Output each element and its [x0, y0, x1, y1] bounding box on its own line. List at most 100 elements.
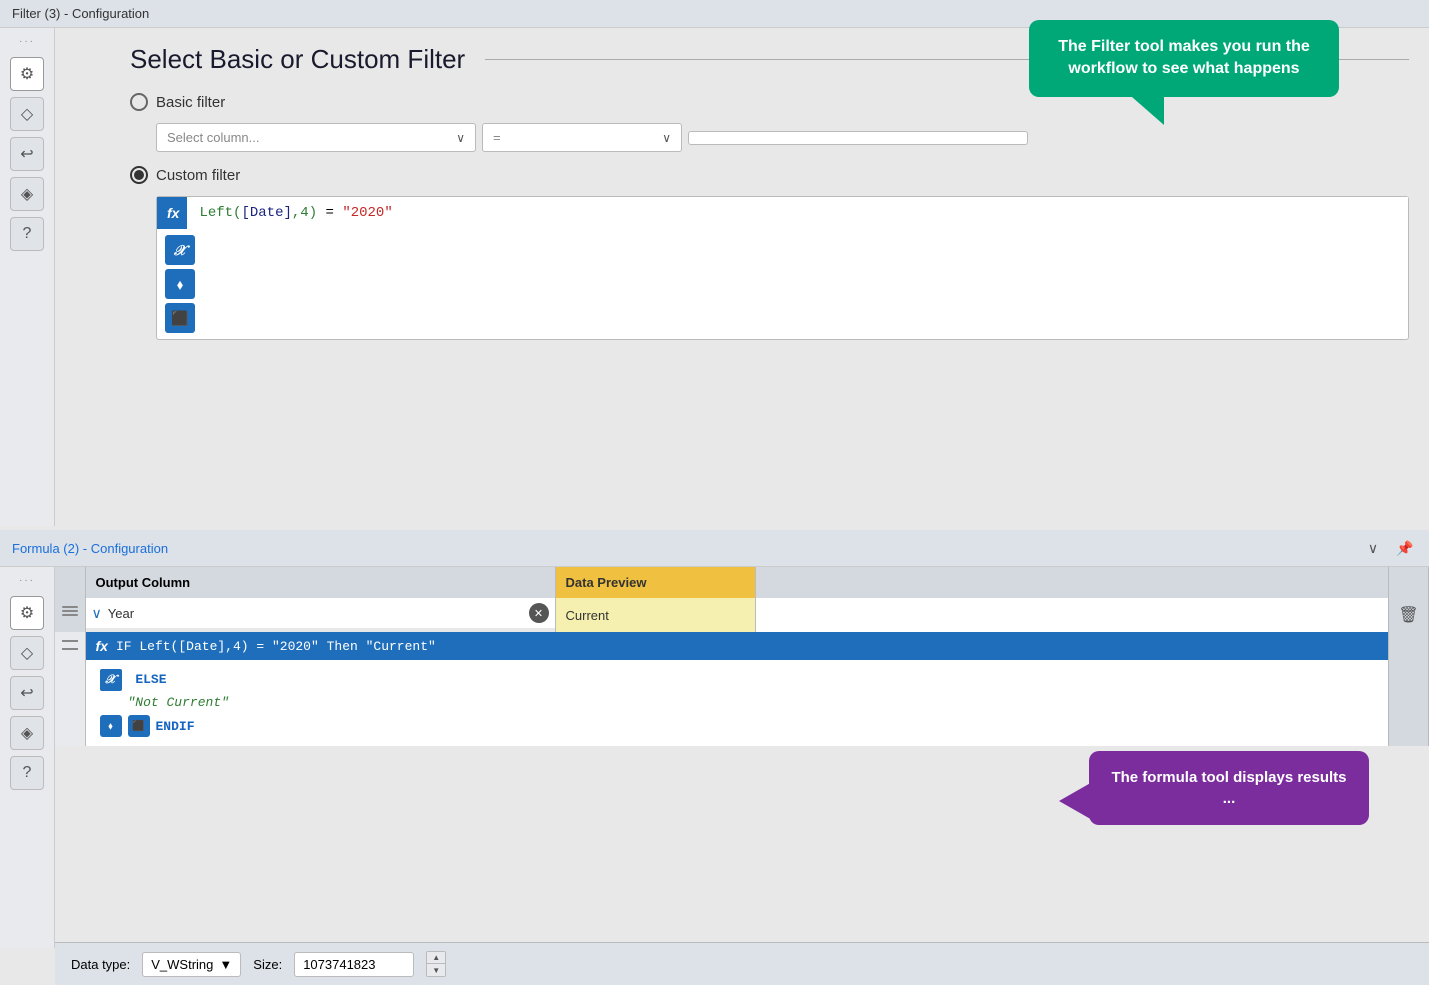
operator-chevron-icon: ∨: [662, 131, 671, 145]
operator-value: =: [493, 130, 501, 145]
filter-sidebar-code-icon[interactable]: ◇: [10, 97, 44, 131]
formula-not-current-line: "Not Current": [128, 691, 1375, 714]
delete-row-btn[interactable]: 🗑: [1398, 605, 1418, 625]
column-placeholder: Select column...: [167, 130, 260, 145]
column-chevron-icon: ∨: [456, 131, 465, 145]
custom-filter-editor: fx Left([Date],4) = "2020" 𝒳 ⬧ ⬛: [156, 196, 1409, 340]
formula-tool2-save-btn[interactable]: ⬛: [128, 715, 150, 737]
filter-value-input[interactable]: [688, 131, 1028, 145]
formula-sidebar-dots: ···: [19, 575, 35, 586]
operator-dropdown[interactable]: = ∨: [482, 123, 682, 152]
datatype-dropdown[interactable]: V_WString ▼: [142, 952, 241, 977]
formula-tool-x-btn[interactable]: 𝒳: [165, 235, 195, 265]
output-column-close-btn[interactable]: ✕: [529, 603, 549, 623]
data-preview-header: Data Preview: [555, 567, 755, 598]
formula2-first-line: IF Left([Date],4) = "2020" Then "Current…: [116, 639, 436, 654]
basic-filter-label: Basic filter: [156, 94, 225, 111]
filter-sidebar-help-icon[interactable]: ?: [10, 217, 44, 251]
size-down-btn[interactable]: ▼: [427, 964, 445, 976]
formula-tool-save-btn[interactable]: ⬛: [165, 303, 195, 333]
filter-sidebar-dots: ···: [19, 36, 35, 47]
filter-callout: The Filter tool makes you run the workfl…: [1029, 20, 1339, 97]
filter-sidebar-refresh-icon[interactable]: ↩: [10, 137, 44, 171]
formula2-code-area: 𝒳 ELSE "Not Current" ⬧ ⬛: [86, 660, 1389, 746]
formula2-fx-icon: fx: [96, 638, 108, 654]
datatype-value: V_WString: [151, 957, 213, 972]
size-input[interactable]: [294, 952, 414, 977]
formula-title-actions: ∨ 📌: [1361, 536, 1417, 560]
formula2-header: fx IF Left([Date],4) = "2020" Then "Curr…: [86, 632, 1389, 660]
formula-line-chi: 𝒳 ELSE: [100, 668, 1375, 691]
formula-value: "2020": [342, 205, 392, 221]
output-column-cell: ∨ ✕: [85, 598, 555, 632]
custom-filter-option[interactable]: Custom filter: [130, 166, 1409, 184]
custom-filter-area: fx Left([Date],4) = "2020" 𝒳 ⬧ ⬛: [156, 196, 1409, 340]
filter-sidebar-tag-icon[interactable]: ◈: [10, 177, 44, 211]
column-select-dropdown[interactable]: Select column... ∨: [156, 123, 476, 152]
drag-line-1: [62, 606, 78, 608]
size-spinner: ▲ ▼: [426, 951, 446, 977]
formula-endif-line: ⬧ ⬛ ENDIF: [100, 715, 1375, 738]
custom-filter-label: Custom filter: [156, 167, 240, 184]
custom-formula-text[interactable]: Left([Date],4) = "2020": [187, 197, 1408, 229]
formula-pin-btn[interactable]: 📌: [1393, 536, 1417, 560]
drag-col-header: [55, 567, 85, 598]
formula-not-current-text: "Not Current": [128, 695, 229, 710]
extra-col-cell: [755, 598, 1389, 632]
formula-sidebar: ··· ⚙ ◇ ↩ ◈ ?: [0, 567, 55, 948]
custom-filter-radio[interactable]: [130, 166, 148, 184]
formula-tool2-arrow-btn[interactable]: ⬧: [100, 715, 122, 737]
formula-tool-arrow-btn[interactable]: ⬧: [165, 269, 195, 299]
size-label: Size:: [253, 957, 282, 972]
formula-code-trash-cell: [1389, 632, 1429, 746]
formula-endif-text: ENDIF: [156, 715, 195, 738]
formula-panel-title: Formula (2) - Configuration: [12, 541, 168, 556]
formula-sidebar-help-icon[interactable]: ?: [10, 756, 44, 790]
formula-args: ,4): [292, 205, 317, 221]
drag-handle-cell: [55, 598, 85, 632]
formula-code-row: fx IF Left([Date],4) = "2020" Then "Curr…: [55, 632, 1429, 746]
formula-code-drag-cell: [55, 632, 85, 746]
year-chevron-icon[interactable]: ∨: [92, 605, 102, 622]
formula-toolbar: 𝒳 ⬧ ⬛: [157, 229, 1408, 339]
preview-value: Current: [556, 598, 755, 632]
drag-line-3: [62, 614, 78, 616]
formula-header-bar: fx Left([Date],4) = "2020": [157, 197, 1408, 229]
formula-callout: The formula tool displays results ...: [1089, 751, 1369, 825]
formula-code-cell: fx IF Left([Date],4) = "2020" Then "Curr…: [85, 632, 1389, 746]
formula-panel: Formula (2) - Configuration ∨ 📌 ··· ⚙ ◇ …: [0, 530, 1429, 985]
basic-filter-radio[interactable]: [130, 93, 148, 111]
output-column-input[interactable]: [108, 606, 523, 621]
formula-title-bar: Formula (2) - Configuration ∨ 📌: [0, 530, 1429, 567]
formula-line-xi-icon: 𝒳: [100, 669, 122, 691]
formula-sidebar-settings-icon[interactable]: ⚙: [10, 596, 44, 630]
trash-cell: 🗑: [1389, 598, 1429, 632]
datatype-bar: Data type: V_WString ▼ Size: ▲ ▼: [55, 942, 1429, 985]
formula-sidebar-refresh-icon[interactable]: ↩: [10, 676, 44, 710]
filter-sidebar-settings-icon[interactable]: ⚙: [10, 57, 44, 91]
filter-content: Select Basic or Custom Filter Basic filt…: [55, 28, 1429, 526]
formula-field: [Date]: [241, 205, 291, 221]
output-column-header: Output Column: [85, 567, 555, 598]
output-table: Output Column Data Preview: [55, 567, 1429, 746]
year-input-row: ∨ ✕: [86, 598, 555, 628]
size-up-btn[interactable]: ▲: [427, 952, 445, 964]
datatype-label: Data type:: [71, 957, 130, 972]
basic-filter-row: Select column... ∨ = ∨: [156, 123, 1409, 152]
formula-sidebar-code-icon[interactable]: ◇: [10, 636, 44, 670]
formula-function: Left(: [199, 205, 241, 221]
trash-col-header: [1389, 567, 1429, 598]
main-container: Filter (3) - Configuration ··· ⚙ ◇ ↩ ◈ ?…: [0, 0, 1429, 985]
formula-operator: =: [326, 205, 343, 221]
formula-sidebar-tag-icon[interactable]: ◈: [10, 716, 44, 750]
datatype-chevron-icon: ▼: [219, 957, 232, 972]
preview-cell: Current: [555, 598, 755, 632]
extra-col-header: [755, 567, 1389, 598]
drag-handle[interactable]: [55, 598, 85, 624]
fx-icon: fx: [167, 205, 179, 221]
formula-collapse-btn[interactable]: ∨: [1361, 536, 1385, 560]
year-row: ∨ ✕ Current 🗑: [55, 598, 1429, 632]
filter-sidebar: ··· ⚙ ◇ ↩ ◈ ?: [0, 28, 55, 526]
formula-else-text: ELSE: [135, 672, 166, 687]
drag-line-2: [62, 610, 78, 612]
